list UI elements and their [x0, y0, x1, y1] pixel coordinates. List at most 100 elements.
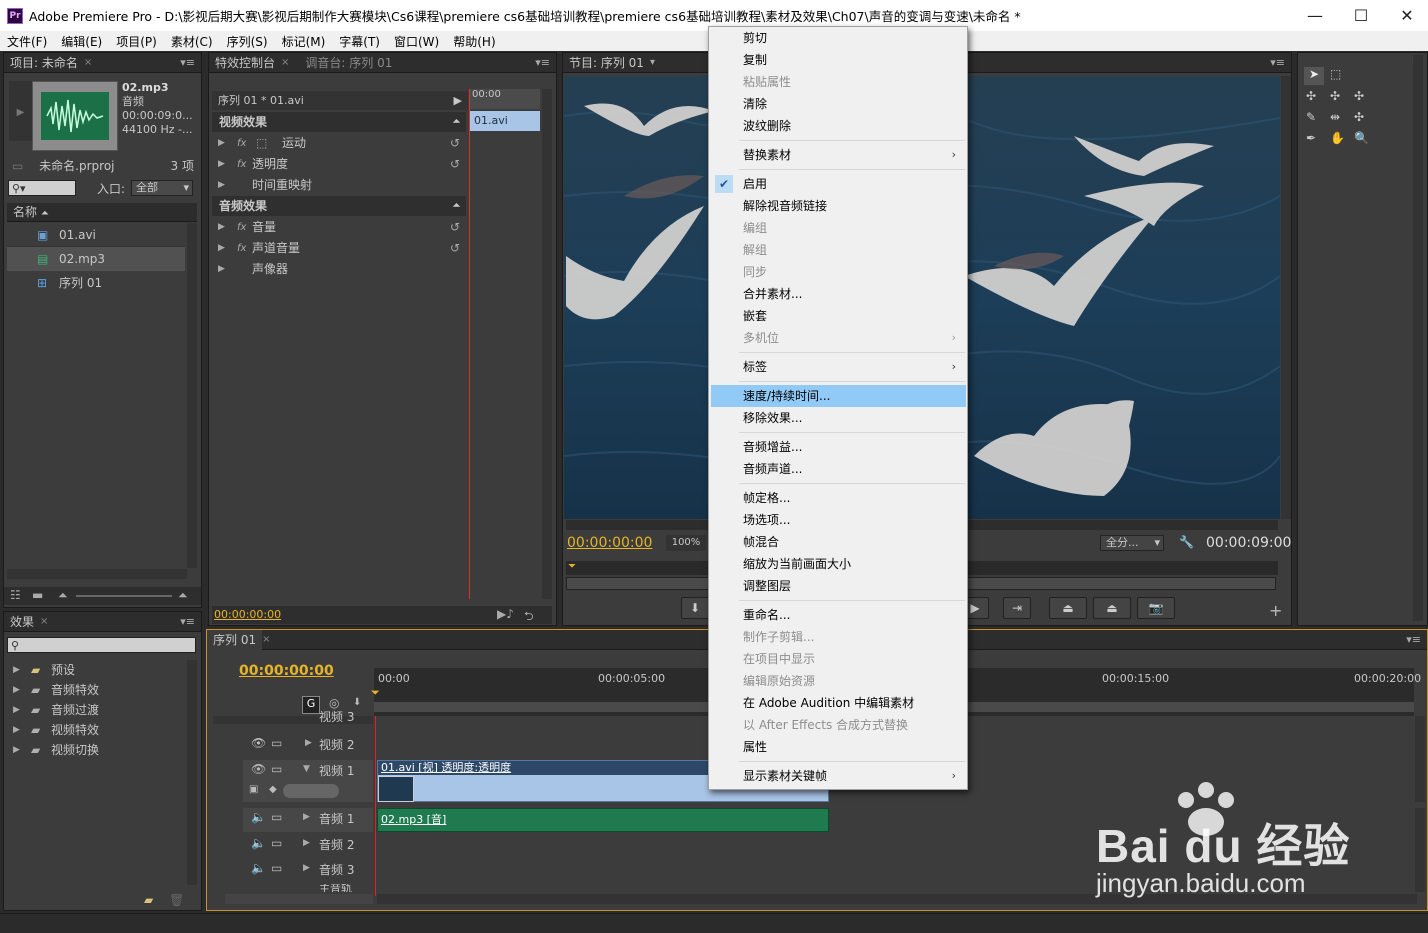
sync-lock-icon[interactable]: ▭: [271, 861, 282, 875]
slide-tool-icon[interactable]: ✣: [1354, 110, 1364, 124]
video-effects-header[interactable]: 视频效果 ⏶: [212, 112, 466, 132]
menu-item-make-subclip[interactable]: 制作子剪辑...: [711, 626, 966, 648]
effects-search-input[interactable]: ⚲: [7, 637, 196, 653]
audio-clip[interactable]: 02.mp3 [音]: [377, 808, 829, 832]
expand-icon[interactable]: ▶: [13, 700, 20, 720]
panel-menu-icon[interactable]: ▾≡: [180, 615, 195, 628]
minimize-button[interactable]: —: [1292, 0, 1338, 31]
menu-item-audio-channels[interactable]: 音频声道...: [711, 458, 966, 480]
playhead-icon[interactable]: ⏷: [371, 686, 380, 700]
panel-menu-icon[interactable]: ▾≡: [535, 56, 550, 69]
expand-icon[interactable]: ▶: [303, 863, 310, 873]
list-item[interactable]: ▶ ▰ 音频过渡: [7, 700, 182, 720]
ec-playhead[interactable]: [469, 89, 470, 599]
timeline-timecode[interactable]: 00:00:00:00: [239, 663, 334, 679]
expand-icon[interactable]: ▶: [303, 812, 310, 822]
lift-button[interactable]: ⏏: [1049, 597, 1087, 619]
close-button[interactable]: ✕: [1384, 0, 1428, 31]
expand-icon[interactable]: ▶: [218, 217, 225, 238]
audio-tracks-scrollbar[interactable]: [1415, 808, 1425, 892]
project-search-input[interactable]: ⚲▾: [8, 180, 76, 196]
panel-menu-icon[interactable]: ▾≡: [1406, 633, 1421, 646]
menu-item-show-clip-keyframes[interactable]: 显示素材关键帧 ›: [711, 765, 966, 787]
collapse-icon[interactable]: ▼: [303, 764, 310, 774]
menu-item-clear[interactable]: 清除: [711, 93, 966, 115]
icon-view-icon[interactable]: ▬: [32, 588, 43, 602]
fx-icon[interactable]: fx: [237, 133, 246, 154]
menu-item-paste-attributes[interactable]: 粘贴属性: [711, 71, 966, 93]
tab-audio-mixer[interactable]: 调音台: 序列 01: [299, 53, 398, 73]
speaker-icon[interactable]: 🔈: [251, 836, 266, 850]
menu-window[interactable]: 窗口(W): [387, 33, 446, 50]
menu-file[interactable]: 文件(F): [0, 33, 54, 50]
snap-icon[interactable]: G: [302, 696, 320, 714]
program-timecode[interactable]: 00:00:00:00: [567, 535, 652, 551]
delete-icon[interactable]: 🗑: [169, 893, 184, 907]
menu-item-cut[interactable]: 剪切: [711, 27, 966, 49]
menu-title[interactable]: 字幕(T): [332, 33, 387, 50]
play-preview-icon[interactable]: ▶: [9, 107, 32, 118]
menu-item-enable[interactable]: ✔ 启用: [711, 173, 966, 195]
effects-scrollbar[interactable]: [187, 660, 197, 885]
fx-icon[interactable]: fx: [237, 217, 246, 238]
zoom-select[interactable]: 100%: [666, 535, 706, 551]
menu-edit[interactable]: 编辑(E): [54, 33, 109, 50]
menu-item-remove-effects[interactable]: 移除效果...: [711, 407, 966, 429]
collapse-icon[interactable]: ⏶: [453, 196, 460, 216]
menu-item-frame-hold[interactable]: 帧定格...: [711, 487, 966, 509]
reset-icon[interactable]: ↺: [450, 217, 460, 238]
menu-item-edit-original[interactable]: 编辑原始资源: [711, 670, 966, 692]
menu-item-multi-camera[interactable]: 多机位 ›: [711, 327, 966, 349]
entry-select[interactable]: 全部 ▾: [131, 180, 193, 196]
razor-tool-icon[interactable]: ✎: [1306, 110, 1316, 124]
effect-row-volume[interactable]: ▶ fx 音量 ↺: [212, 217, 466, 238]
expand-icon[interactable]: ▶: [218, 133, 225, 154]
speaker-icon[interactable]: 🔈: [251, 861, 266, 875]
expand-icon[interactable]: ▶: [13, 680, 20, 700]
effect-row-time-remap[interactable]: ▶ 时间重映射: [212, 175, 466, 196]
tools-scrollbar[interactable]: [1413, 55, 1423, 621]
track-select-tool-icon[interactable]: ⬚: [1330, 67, 1341, 81]
eye-icon[interactable]: 👁: [251, 736, 266, 750]
rate-stretch-tool-icon[interactable]: ✣: [1354, 89, 1364, 103]
panel-menu-icon[interactable]: ▾≡: [180, 56, 195, 69]
menu-item-replace-with-ae[interactable]: 以 After Effects 合成方式替换: [711, 714, 966, 736]
sync-lock-icon[interactable]: ▭: [271, 762, 282, 776]
menu-help[interactable]: 帮助(H): [446, 33, 502, 50]
tab-effect-controls[interactable]: 特效控制台: [209, 53, 281, 73]
list-item[interactable]: ▶ ▰ 音频特效: [7, 680, 182, 700]
fx-icon[interactable]: fx: [237, 154, 246, 175]
ec-clip-bar[interactable]: 01.avi: [470, 111, 540, 131]
list-view-icon[interactable]: ☷: [10, 588, 21, 602]
ec-timecode[interactable]: 00:00:00:00: [214, 608, 281, 621]
add-marker-button[interactable]: ⬇: [681, 597, 709, 619]
menu-item-nest[interactable]: 嵌套: [711, 305, 966, 327]
sync-lock-icon[interactable]: ▭: [271, 836, 282, 850]
menu-item-adjustment-layer[interactable]: 调整图层: [711, 575, 966, 597]
playhead-icon[interactable]: ⏷: [568, 561, 576, 572]
menu-item-speed-duration[interactable]: 速度/持续时间...: [711, 385, 966, 407]
menu-item-copy[interactable]: 复制: [711, 49, 966, 71]
menu-item-group[interactable]: 编组: [711, 217, 966, 239]
menu-item-unlink[interactable]: 解除视音频链接: [711, 195, 966, 217]
menu-item-rename[interactable]: 重命名...: [711, 604, 966, 626]
list-item[interactable]: ▣ 01.avi: [7, 223, 185, 247]
go-to-out-button[interactable]: ⇥: [1003, 597, 1031, 619]
eye-icon[interactable]: 👁: [251, 762, 266, 776]
slip-tool-icon[interactable]: ⇹: [1330, 110, 1340, 124]
keyframe-navigator[interactable]: [283, 784, 339, 798]
zoom-in-icon[interactable]: ⏶: [178, 588, 188, 603]
thumbnail-zoom-slider[interactable]: [76, 595, 172, 597]
menu-item-synchronize[interactable]: 同步: [711, 261, 966, 283]
tab-sequence[interactable]: 序列 01: [207, 629, 263, 650]
timeline-playhead[interactable]: [375, 716, 376, 896]
ripple-edit-tool-icon[interactable]: ✣: [1306, 89, 1316, 103]
menu-item-field-options[interactable]: 场选项...: [711, 509, 966, 531]
menu-item-ungroup[interactable]: 解组: [711, 239, 966, 261]
monitor-vscrollbar[interactable]: [1281, 76, 1291, 519]
audio-effects-header[interactable]: 音频效果 ⏶: [212, 196, 466, 216]
reset-icon[interactable]: ↺: [450, 133, 460, 154]
expand-icon[interactable]: ▶: [13, 740, 20, 760]
menu-project[interactable]: 项目(P): [109, 33, 164, 50]
display-style-icon[interactable]: ▣: [249, 784, 258, 795]
